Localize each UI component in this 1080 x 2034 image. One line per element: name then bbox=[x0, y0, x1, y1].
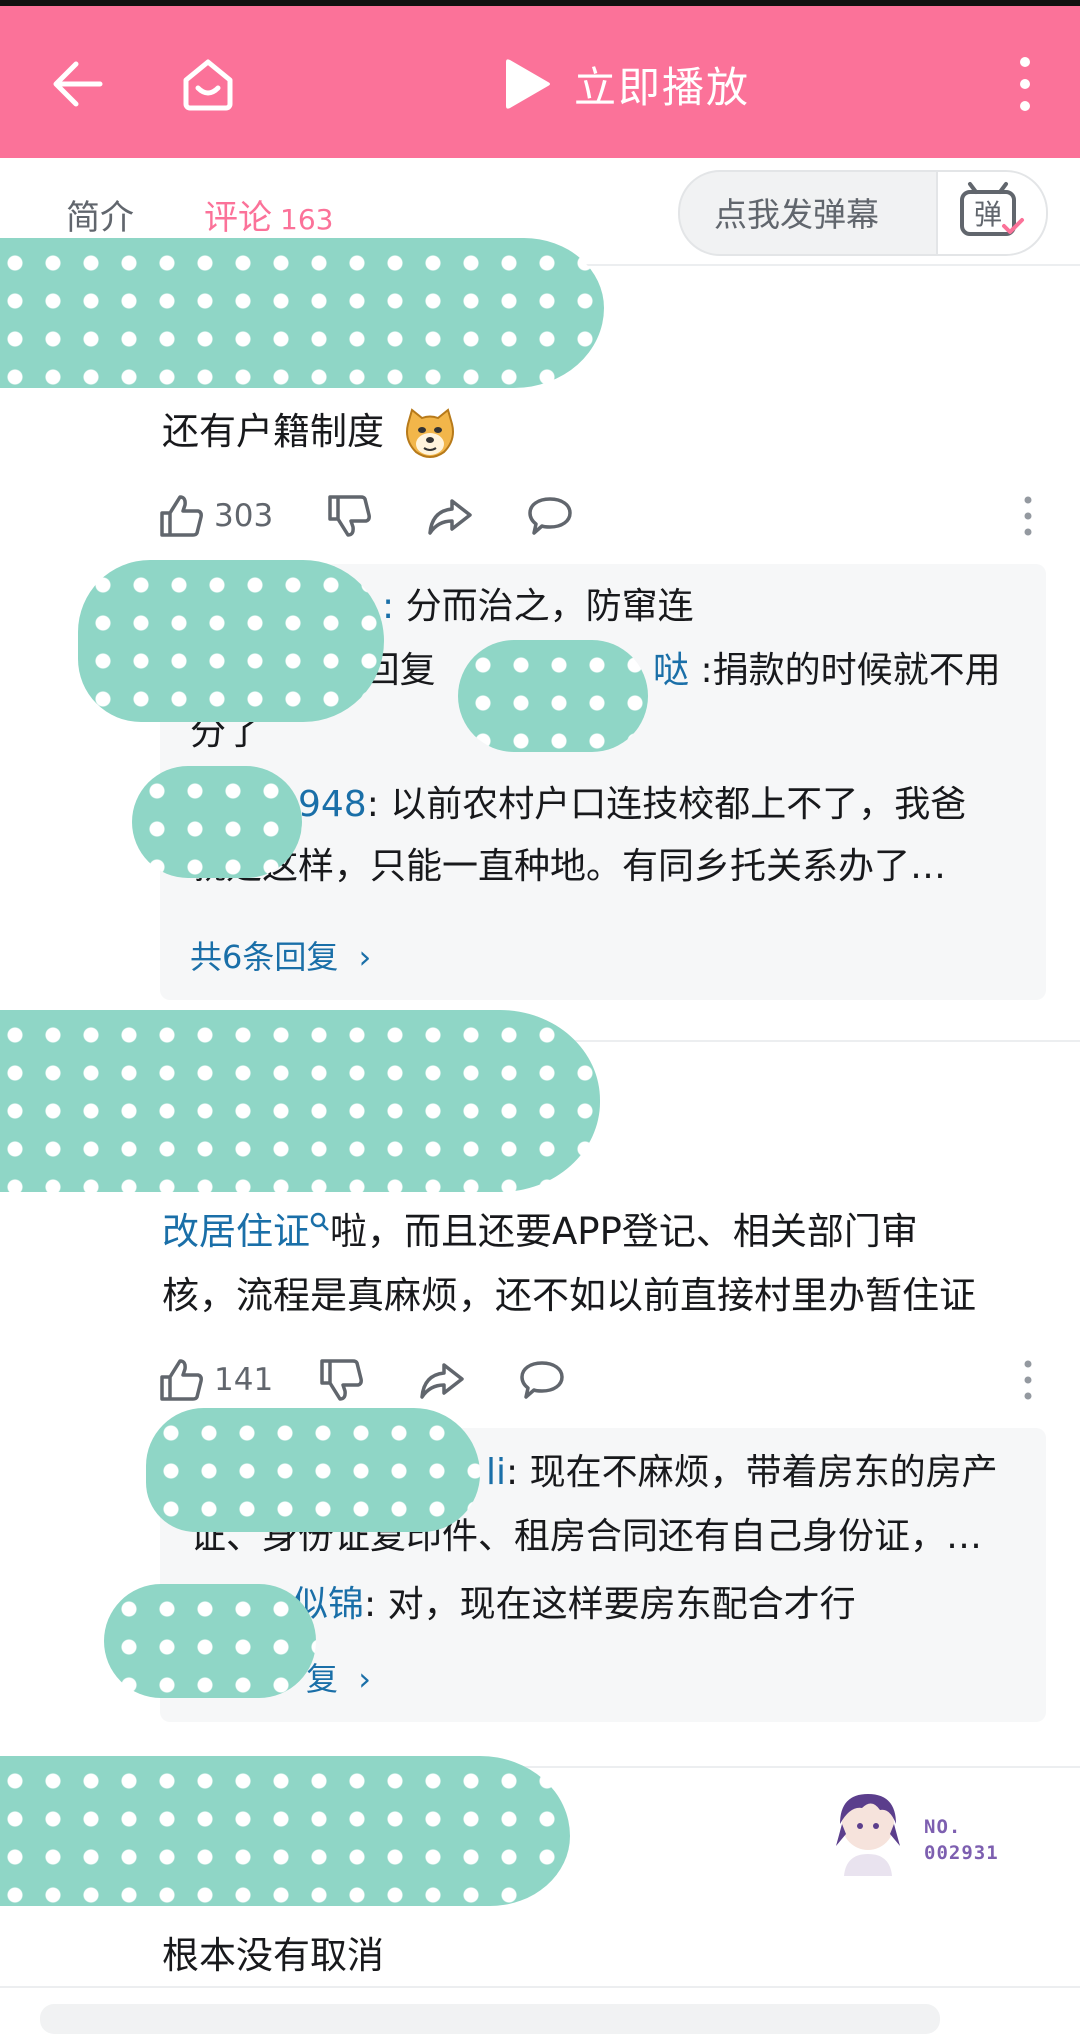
more-vertical-icon[interactable] bbox=[1010, 54, 1040, 114]
reply-text: 分而治之，防窜连 bbox=[394, 586, 694, 627]
fan-badge-number: NO. 002931 bbox=[924, 1814, 999, 1866]
reply-text: :捐款的时候就不用 bbox=[689, 650, 1001, 691]
chevron-right-icon: › bbox=[358, 938, 372, 976]
doge-emoji-icon bbox=[405, 407, 454, 458]
view-replies-label: 复 bbox=[306, 1660, 339, 1698]
tab-comments-label: 评论 bbox=[204, 198, 272, 238]
reply-icon[interactable] bbox=[526, 492, 574, 540]
thumbs-up-icon bbox=[160, 495, 203, 537]
like-button[interactable]: 303 bbox=[158, 492, 273, 540]
back-arrow-icon[interactable] bbox=[50, 56, 106, 112]
share-icon[interactable] bbox=[426, 492, 474, 540]
reply-icon[interactable] bbox=[518, 1356, 566, 1404]
danmaku-glyph: 弹 bbox=[974, 198, 1002, 231]
comment-1-text: 还有户籍制度 bbox=[162, 400, 458, 464]
like-count: 141 bbox=[214, 1362, 274, 1398]
play-icon bbox=[506, 59, 550, 109]
view-replies-label: 共6条回复 bbox=[190, 938, 339, 976]
search-link[interactable]: 改居住证 bbox=[162, 1210, 310, 1253]
redaction-blob bbox=[78, 560, 384, 722]
reply-author[interactable]: 948 bbox=[298, 784, 367, 825]
redaction-blob bbox=[0, 1010, 600, 1192]
reply-author[interactable]: : bbox=[382, 586, 394, 627]
play-now-button[interactable]: 立即播放 bbox=[500, 52, 750, 116]
comment-2-text: 改居住证 啦，而且还要APP登记、相关部门审 核，流程是真麻烦，还不如以前直接村里… bbox=[162, 1200, 1052, 1328]
reply-author[interactable]: li bbox=[486, 1452, 506, 1493]
redaction-blob bbox=[458, 640, 648, 752]
reply-mention[interactable]: 哒 bbox=[653, 650, 689, 691]
comment-2-line-2: 核，流程是真麻烦，还不如以前直接村里办暂住证 bbox=[162, 1274, 976, 1317]
comment-2-line-1: 啦，而且还要APP登记、相关部门审 bbox=[330, 1210, 918, 1253]
play-now-label: 立即播放 bbox=[574, 62, 751, 112]
redaction-blob bbox=[0, 1756, 570, 1906]
reply-continuation: 就是这样，只能一直种地。有同乡托关系办了… bbox=[190, 846, 947, 887]
comment-2-actions: 141 bbox=[158, 1352, 1038, 1408]
view-replies-link[interactable]: 复 › bbox=[306, 1654, 371, 1700]
comment-3-text: 根本没有取消 bbox=[162, 1934, 384, 1977]
view-replies-link[interactable]: 共6条回复 › bbox=[190, 932, 371, 978]
divider bbox=[0, 1986, 1080, 1988]
redaction-blob bbox=[146, 1408, 480, 1532]
thumbs-up-icon bbox=[160, 1359, 203, 1401]
tab-intro[interactable]: 简介 bbox=[66, 190, 134, 239]
redaction-blob bbox=[132, 766, 302, 878]
chevron-right-icon: › bbox=[358, 1660, 371, 1698]
fan-badge[interactable]: NO. 002931 bbox=[824, 1784, 1024, 1878]
reply-text: : 以前农村户口连技校都上不了，我爸 bbox=[366, 784, 967, 825]
danmaku-input[interactable] bbox=[680, 172, 974, 254]
thumbs-down-icon[interactable] bbox=[326, 492, 372, 540]
search-icon bbox=[310, 1212, 329, 1231]
comment-more-icon[interactable] bbox=[1018, 1358, 1038, 1402]
tab-comments[interactable]: 评论 163 bbox=[204, 190, 333, 239]
next-card-edge bbox=[40, 2004, 940, 2034]
fan-badge-no-label: NO. bbox=[924, 1816, 962, 1838]
like-count: 303 bbox=[214, 498, 274, 534]
danmaku-box: 弹 bbox=[678, 170, 1048, 256]
comment-1-actions: 303 bbox=[158, 488, 1038, 544]
danmaku-toggle-button[interactable]: 弹 bbox=[936, 172, 1046, 254]
redaction-blob bbox=[104, 1584, 316, 1698]
share-icon[interactable] bbox=[418, 1356, 466, 1404]
redaction-blob bbox=[0, 238, 604, 388]
reply-text: : 对，现在这样要房东配合才行 bbox=[364, 1584, 856, 1625]
like-button[interactable]: 141 bbox=[158, 1356, 273, 1404]
danmaku-tv-icon: 弹 bbox=[960, 182, 1024, 236]
comment-more-icon[interactable] bbox=[1018, 494, 1038, 538]
comments-count: 163 bbox=[280, 203, 334, 236]
reply-item[interactable]: 948: 以前农村户口连技校都上不了，我爸 bbox=[190, 774, 1026, 836]
thumbs-down-icon[interactable] bbox=[318, 1356, 364, 1404]
reply-text: : 现在不麻烦，带着房东的房产 bbox=[506, 1452, 998, 1493]
fan-badge-no-value: 002931 bbox=[924, 1842, 999, 1864]
reply-item[interactable]: 似锦: 对，现在这样要房东配合才行 bbox=[190, 1574, 1026, 1636]
home-icon[interactable] bbox=[178, 54, 238, 114]
fan-badge-avatar-icon bbox=[836, 1794, 900, 1876]
top-bar: 立即播放 bbox=[0, 6, 1080, 158]
comment-1-body: 还有户籍制度 bbox=[162, 410, 384, 453]
